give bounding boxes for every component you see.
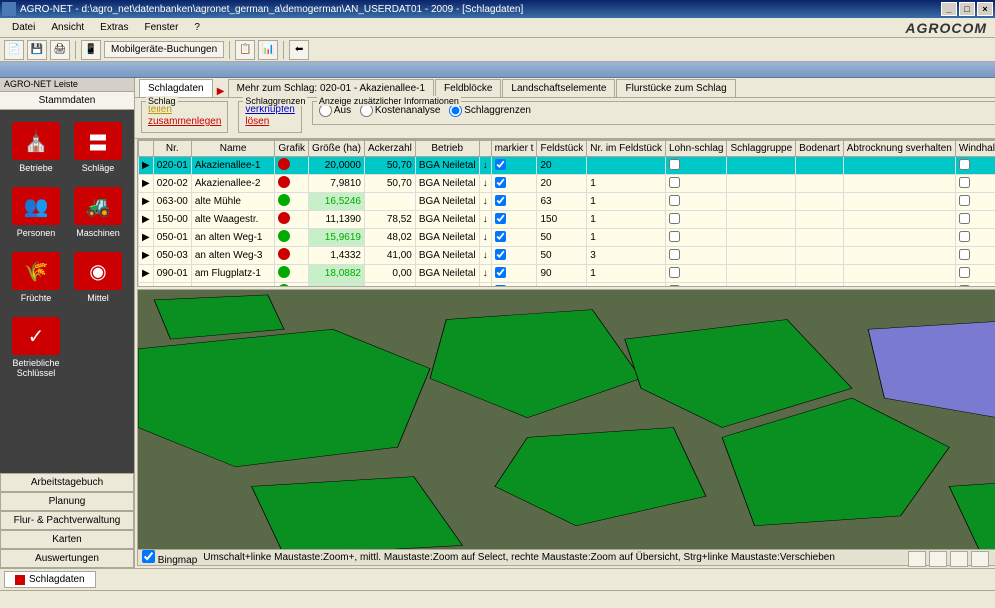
table-row[interactable]: ▶020-01Akazienallee-120,000050,70BGA Nei… [139,157,995,175]
bottom-tab-schlagdaten[interactable]: Schlagdaten [4,571,96,588]
opt-group-grenzen: Schlaggrenzen verknüpfen lösen [238,101,301,133]
toolbar-btn-3[interactable]: 🖨 [50,40,70,60]
col-header[interactable]: Nr. [153,141,191,157]
link-loesen[interactable]: lösen [245,116,294,128]
toolbar-mobile-label[interactable]: Mobilgeräte-Buchungen [104,41,224,58]
sidebar-section-title: Stammdaten [0,92,134,110]
sidebar-btn-auswertungen[interactable]: Auswertungen [0,549,134,568]
close-button[interactable]: × [977,2,993,16]
toolbar-btn-5[interactable]: 📊 [258,40,278,60]
table-row[interactable]: ▶020-02Akazienallee-27,981050,70BGA Neil… [139,175,995,193]
sidebar-icon-betrieblicheschlssel[interactable]: ✓Betriebliche Schlüssel [8,313,64,382]
options-bar: Schlag teilen zusammenlegen Schlaggrenze… [135,98,995,139]
col-header[interactable]: Ackerzahl [364,141,415,157]
map-view[interactable]: Bingmap Umschalt+linke Maustaste:Zoom+, … [137,289,995,566]
tab-schlagdaten[interactable]: Schlagdaten [139,79,213,97]
data-table-wrap[interactable]: Nr.NameGrafikGröße (ha)AckerzahlBetrieb m… [137,139,995,287]
mdi-titlebar [0,62,995,78]
col-header[interactable]: Grafik [275,141,309,157]
col-header[interactable] [139,141,154,157]
sidebar-icon-personen[interactable]: 👥Personen [8,183,64,242]
table-row[interactable]: ▶150-00alte Waagestr.11,139078,52BGA Nei… [139,211,995,229]
icon-glyph: 🌾 [12,252,60,290]
check-bingmap[interactable]: Bingmap [142,550,197,566]
sidebar-btn-arbeitstagebuch[interactable]: Arbeitstagebuch [0,473,134,492]
map-help-text: Umschalt+linke Maustaste:Zoom+, mittl. M… [203,552,835,563]
sidebar-icon-maschinen[interactable]: 🚜Maschinen [70,183,126,242]
tab-feldbloecke[interactable]: Feldblöcke [435,79,501,97]
table-row[interactable]: ▶050-03an alten Weg-31,433241,00BGA Neil… [139,247,995,265]
toolbar-btn-mobile-icon[interactable]: 📱 [81,40,101,60]
icon-glyph: 🚜 [74,187,122,225]
sidebar: AGRO-NET Leiste Stammdaten ⛪Betriebe〓Sch… [0,78,135,568]
icon-glyph: ◉ [74,252,122,290]
bottom-icon-bar [908,551,989,567]
col-header[interactable]: Lohn-schlag [665,141,726,157]
map-footer: Bingmap Umschalt+linke Maustaste:Zoom+, … [138,549,995,565]
icon-glyph: 〓 [74,122,122,160]
brand-logo: AGROCOM [905,20,987,36]
tab-flurstuecke[interactable]: Flurstücke zum Schlag [616,79,735,97]
bottom-icon-4[interactable] [971,551,989,567]
table-row[interactable]: ▶050-01an alten Weg-115,961948,02BGA Nei… [139,229,995,247]
window-title: AGRO-NET - d:\agro_net\datenbanken\agron… [20,4,941,15]
col-header[interactable]: Größe (ha) [309,141,365,157]
icon-glyph: ✓ [12,317,60,355]
col-header[interactable]: Abtrocknung sverhalten [843,141,955,157]
col-header[interactable] [479,141,491,157]
icon-glyph: 👥 [12,187,60,225]
main-toolbar: 📄 💾 🖨 📱 Mobilgeräte-Buchungen 📋 📊 ⬅ [0,38,995,62]
col-header[interactable]: Schlaggruppe [727,141,796,157]
tab-mehr[interactable]: Mehr zum Schlag: 020-01 - Akazienallee-1 [228,79,434,97]
sidebar-btn-planung[interactable]: Planung [0,492,134,511]
col-header[interactable]: Name [191,141,275,157]
col-header[interactable]: Windhalm [955,141,995,157]
table-row[interactable]: ▶090-03am Flugplatz-3<21,787664,80BGA Ne… [139,283,995,288]
icon-glyph: ⛪ [12,122,60,160]
col-header[interactable]: Bodenart [796,141,844,157]
sidebar-icon-frchte[interactable]: 🌾Früchte [8,248,64,307]
link-zusammenlegen[interactable]: zusammenlegen [148,116,221,128]
col-header[interactable]: Betrieb [415,141,479,157]
bottom-icon-3[interactable] [950,551,968,567]
menu-help[interactable]: ? [186,20,208,35]
col-header[interactable]: Nr. im Feldstück [587,141,666,157]
sidebar-icon-mittel[interactable]: ◉Mittel [70,248,126,307]
menu-ansicht[interactable]: Ansicht [43,20,92,35]
opt-group-schlag: Schlag teilen zusammenlegen [141,101,228,133]
window-titlebar: AGRO-NET - d:\agro_net\datenbanken\agron… [0,0,995,18]
tab-arrow-icon: ▶ [214,86,228,97]
toolbar-btn-6[interactable]: ⬅ [289,40,309,60]
tab-landschaft[interactable]: Landschaftselemente [502,79,615,97]
minimize-button[interactable]: _ [941,2,957,16]
opt-group-anzeige: Anzeige zusätzlicher Informationen Aus K… [312,101,995,125]
sidebar-btn-flurpachtverwaltung[interactable]: Flur- & Pachtverwaltung [0,511,134,530]
maximize-button[interactable]: □ [959,2,975,16]
sidebar-btn-karten[interactable]: Karten [0,530,134,549]
col-header[interactable]: Feldstück [537,141,587,157]
radio-schlaggrenzen[interactable]: Schlaggrenzen [449,104,531,117]
menubar: Datei Ansicht Extras Fenster ? AGROCOM [0,18,995,38]
toolbar-btn-4[interactable]: 📋 [235,40,255,60]
bottom-tab-strip: Schlagdaten [0,568,995,590]
bottom-icon-2[interactable] [929,551,947,567]
menu-extras[interactable]: Extras [92,20,136,35]
data-table: Nr.NameGrafikGröße (ha)AckerzahlBetrieb m… [138,140,995,287]
toolbar-btn-1[interactable]: 📄 [4,40,24,60]
sidebar-icon-schlge[interactable]: 〓Schläge [70,118,126,177]
app-icon [2,2,16,16]
menu-fenster[interactable]: Fenster [137,20,187,35]
bottom-icon-1[interactable] [908,551,926,567]
tab-strip: Schlagdaten ▶ Mehr zum Schlag: 020-01 - … [135,78,995,98]
sidebar-icon-betriebe[interactable]: ⛪Betriebe [8,118,64,177]
menu-datei[interactable]: Datei [4,20,43,35]
col-header[interactable]: markier t [491,141,537,157]
table-row[interactable]: ▶063-00alte Mühle16,5246BGA Neiletal↓631… [139,193,995,211]
sidebar-header: AGRO-NET Leiste [0,78,134,92]
table-row[interactable]: ▶090-01am Flugplatz-118,08820,00BGA Neil… [139,265,995,283]
toolbar-btn-2[interactable]: 💾 [27,40,47,60]
tab-color-icon [15,575,25,585]
